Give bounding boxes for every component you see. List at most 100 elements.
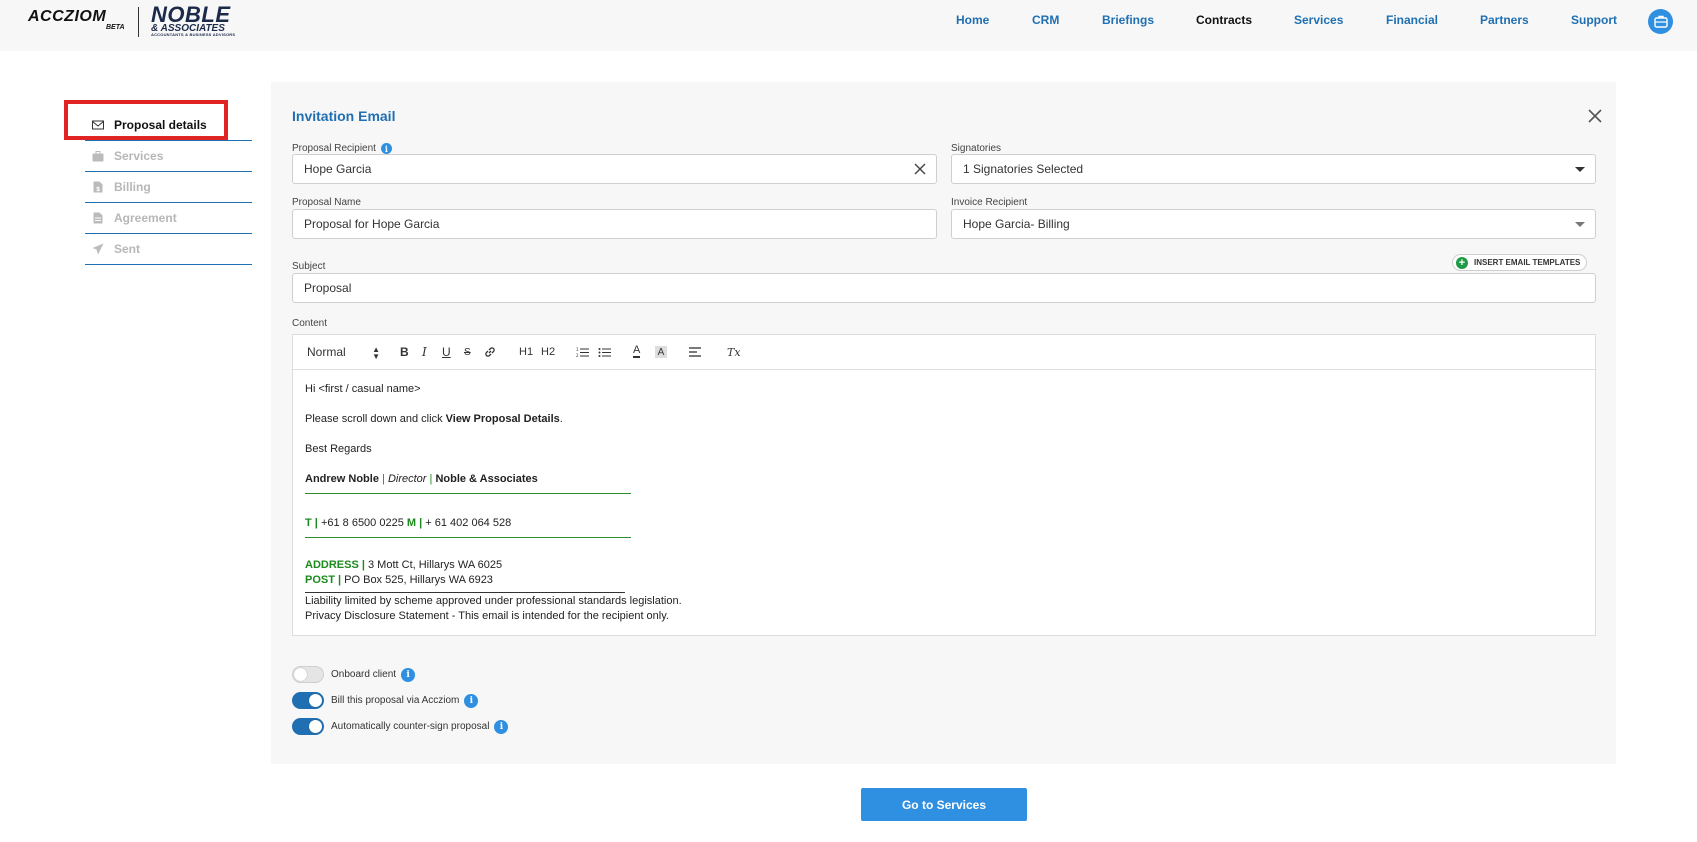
nav-contracts[interactable]: Contracts	[1196, 13, 1252, 27]
separator: |	[338, 574, 342, 586]
nav-services[interactable]: Services	[1294, 13, 1343, 27]
paper-plane-icon	[92, 243, 104, 255]
email-greeting: Hi <first / casual name>	[305, 383, 421, 395]
link-button[interactable]	[484, 344, 496, 360]
plus-circle-icon: +	[1456, 256, 1468, 269]
invoice-recipient-label: Invoice Recipient	[951, 197, 1028, 208]
address-label: ADDRESS	[305, 559, 359, 571]
info-icon[interactable]: i	[401, 667, 416, 682]
toggle-knob	[309, 694, 322, 707]
recipient-select[interactable]: Hope Garcia	[292, 154, 937, 184]
onboard-client-row: Onboard client i	[292, 666, 416, 683]
step-label: Agreement	[114, 211, 177, 225]
beta-badge: BETA	[106, 24, 125, 31]
strikethrough-button[interactable]: S	[464, 344, 471, 360]
recipient-value: Hope Garcia	[304, 162, 372, 176]
step-agreement[interactable]: Agreement	[85, 203, 252, 234]
format-value: Normal	[307, 345, 346, 359]
accziom-logo[interactable]: ACCZIOM	[28, 8, 106, 26]
updown-arrows-icon: ▲ ▼	[372, 345, 380, 361]
nav-support[interactable]: Support	[1571, 13, 1617, 27]
info-icon[interactable]: i	[464, 693, 479, 708]
user-avatar-button[interactable]	[1648, 9, 1673, 34]
ordered-list-button[interactable]: 12	[576, 344, 589, 360]
signature-phone-line: T | +61 8 6500 0225 M | + 61 402 064 528	[305, 516, 1583, 531]
bullet-list-icon	[598, 347, 611, 357]
bullet-list-button[interactable]	[598, 344, 611, 360]
instruction-text: Please scroll down and click	[305, 413, 446, 425]
svg-text:1: 1	[576, 347, 579, 352]
editor-content[interactable]: Hi <first / casual name> Please scroll d…	[293, 370, 1595, 624]
recipient-label-text: Proposal Recipient	[292, 143, 376, 154]
briefcase-icon	[92, 150, 104, 162]
nav-briefings[interactable]: Briefings	[1102, 13, 1154, 27]
signature-divider	[305, 493, 631, 494]
signature-title: Director	[387, 473, 427, 485]
onboard-client-toggle[interactable]	[292, 666, 324, 683]
counter-sign-toggle[interactable]	[292, 718, 324, 735]
nav-financial[interactable]: Financial	[1386, 13, 1438, 27]
nav-crm[interactable]: CRM	[1032, 13, 1059, 27]
phone-t-value: +61 8 6500 0225	[320, 517, 404, 529]
link-icon	[485, 347, 495, 357]
nav-partners[interactable]: Partners	[1480, 13, 1529, 27]
separator: |	[382, 473, 385, 485]
proposal-name-input[interactable]: Proposal for Hope Garcia	[292, 209, 937, 239]
text-color-button[interactable]: A	[633, 344, 641, 358]
close-icon[interactable]	[1587, 108, 1603, 124]
step-label: Services	[114, 149, 164, 163]
subject-input[interactable]: Proposal	[292, 273, 1596, 303]
clear-format-button[interactable]: Tx	[727, 344, 741, 360]
invoice-recipient-value: Hope Garcia- Billing	[963, 217, 1070, 231]
go-to-services-button[interactable]: Go to Services	[861, 788, 1027, 821]
recipient-label: Proposal Recipient i	[292, 143, 392, 154]
briefcase-icon	[1653, 15, 1668, 28]
invoice-icon: $	[92, 181, 104, 193]
nav-home[interactable]: Home	[956, 13, 989, 27]
firm-logo-tagline: ACCOUNTANTS & BUSINESS ADVISORS	[151, 32, 236, 37]
invitation-email-panel: Invitation Email Proposal Recipient i Ho…	[271, 82, 1616, 764]
separator: |	[429, 473, 433, 485]
toggle-knob	[294, 668, 307, 681]
rich-text-editor[interactable]: Normal ▲ ▼ B I U S H1 H2 12 A A Tx Hi <f…	[292, 334, 1596, 636]
address-value: 3 Mott Ct, Hillarys WA 6025	[368, 559, 503, 571]
email-closing: Best Regards	[305, 443, 372, 455]
info-icon[interactable]: i	[380, 143, 392, 154]
insert-email-templates-button[interactable]: + INSERT EMAIL TEMPLATES	[1452, 254, 1588, 271]
editor-toolbar: Normal ▲ ▼ B I U S H1 H2 12 A A Tx	[293, 335, 1595, 370]
top-navbar: ACCZIOM BETA NOBLE & ASSOCIATES ACCOUNTA…	[0, 0, 1697, 51]
invoice-recipient-select[interactable]: Hope Garcia- Billing	[951, 209, 1596, 239]
format-select[interactable]: Normal ▲ ▼	[307, 345, 389, 361]
heading-1-button[interactable]: H1	[519, 344, 533, 360]
insert-templates-label: INSERT EMAIL TEMPLATES	[1474, 258, 1581, 267]
step-services[interactable]: Services	[85, 141, 252, 172]
background-color-button[interactable]: A	[655, 346, 667, 358]
italic-button[interactable]: I	[422, 344, 427, 360]
bill-via-accziom-toggle[interactable]	[292, 692, 324, 709]
signature-divider	[305, 537, 631, 538]
privacy-text: Privacy Disclosure Statement - This emai…	[305, 610, 669, 622]
phone-m-label: M	[406, 517, 417, 529]
liability-text: Liability limited by scheme approved und…	[305, 595, 682, 607]
align-left-icon	[689, 347, 701, 357]
step-billing[interactable]: $ Billing	[85, 172, 252, 203]
heading-2-button[interactable]: H2	[541, 344, 555, 360]
phone-t-label: T	[305, 517, 312, 529]
info-icon[interactable]: i	[494, 719, 509, 734]
align-button[interactable]	[689, 344, 701, 360]
bill-via-accziom-label: Bill this proposal via Accziom	[331, 695, 460, 706]
bill-via-accziom-row: Bill this proposal via Accziom i	[292, 692, 479, 709]
signatories-select[interactable]: 1 Signatories Selected	[951, 154, 1596, 184]
toggle-knob	[309, 720, 322, 733]
signature-name: Andrew Noble	[305, 473, 379, 485]
bold-button[interactable]: B	[400, 344, 409, 360]
step-sent[interactable]: Sent	[85, 234, 252, 265]
separator: |	[314, 517, 318, 529]
clear-icon[interactable]	[914, 163, 926, 175]
underline-button[interactable]: U	[442, 344, 451, 360]
step-highlight-box	[64, 100, 228, 140]
proposal-name-value: Proposal for Hope Garcia	[304, 217, 440, 231]
signatories-value: 1 Signatories Selected	[963, 162, 1084, 176]
svg-text:$: $	[96, 186, 100, 193]
phone-m-value: + 61 402 064 528	[425, 517, 512, 529]
